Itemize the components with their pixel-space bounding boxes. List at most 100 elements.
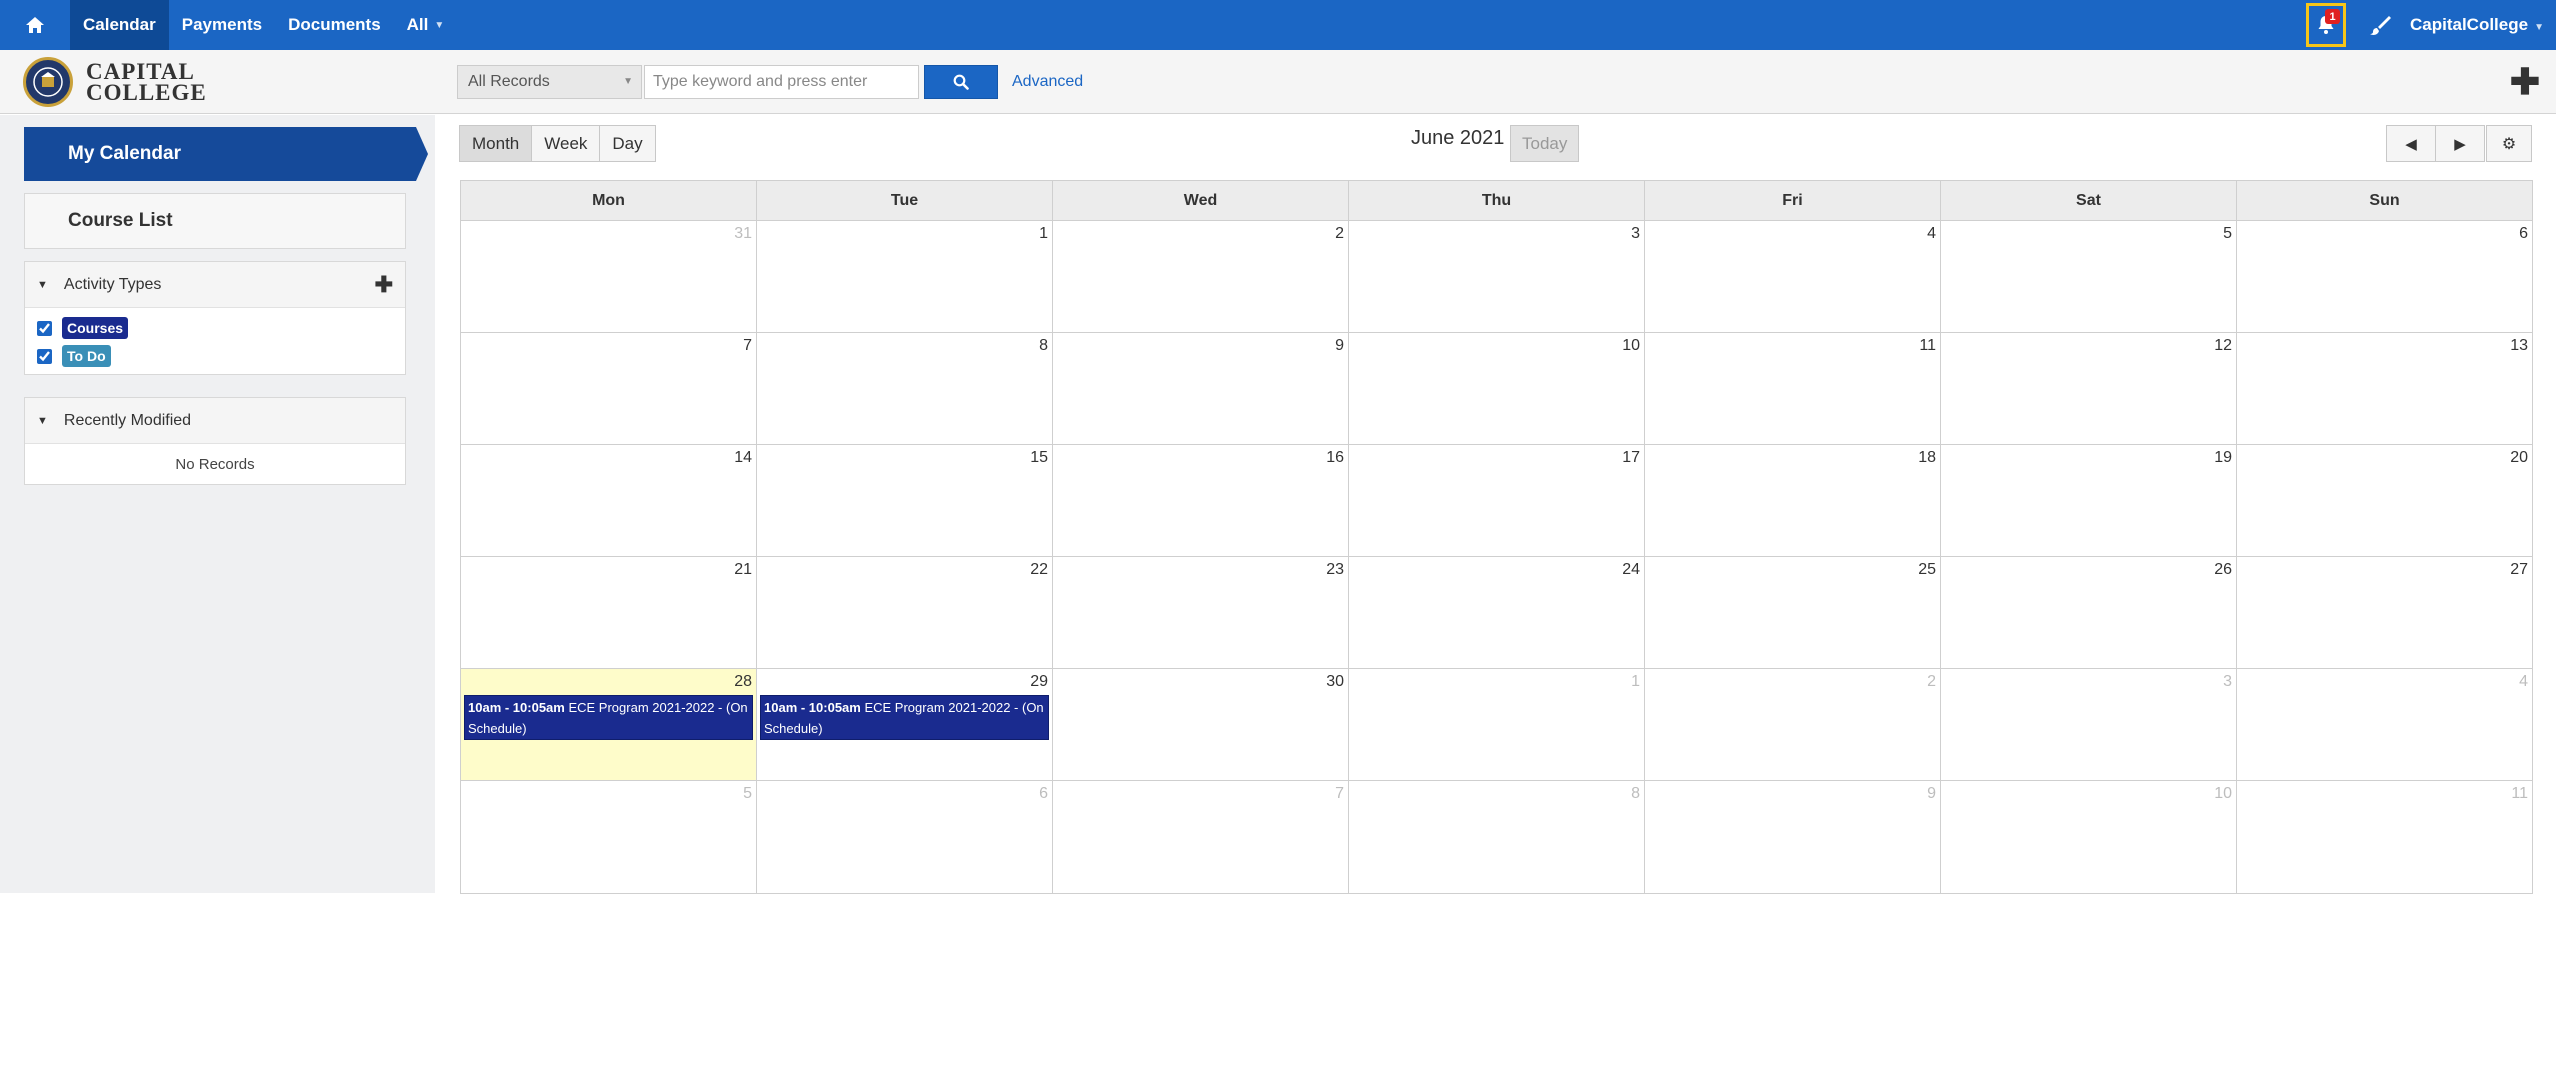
day-number[interactable]: 20: [2510, 449, 2528, 467]
day-number[interactable]: 5: [743, 785, 752, 803]
day-number[interactable]: 3: [2223, 673, 2232, 691]
day-number[interactable]: 9: [1335, 337, 1344, 355]
calendar-day-cell[interactable]: 7: [1052, 781, 1348, 893]
nav-calendar[interactable]: Calendar: [70, 0, 169, 50]
calendar-day-cell[interactable]: 9: [1644, 781, 1940, 893]
view-month-button[interactable]: Month: [459, 125, 533, 162]
day-number[interactable]: 11: [2511, 785, 2528, 803]
calendar-day-cell[interactable]: 11: [2236, 781, 2532, 893]
day-number[interactable]: 23: [1326, 561, 1344, 579]
add-new-button[interactable]: ✚: [2510, 63, 2540, 100]
theme-brush-button[interactable]: [2360, 0, 2400, 50]
calendar-day-cell[interactable]: 31: [461, 221, 756, 332]
prev-month-button[interactable]: ◀: [2386, 125, 2436, 162]
calendar-day-cell[interactable]: 10: [1348, 333, 1644, 444]
calendar-day-cell[interactable]: 5: [1940, 221, 2236, 332]
day-number[interactable]: 6: [1039, 785, 1048, 803]
day-number[interactable]: 6: [2519, 225, 2528, 243]
home-button[interactable]: [0, 0, 70, 50]
calendar-day-cell[interactable]: 25: [1644, 557, 1940, 668]
nav-documents[interactable]: Documents: [275, 0, 394, 50]
advanced-search-link[interactable]: Advanced: [1012, 73, 1083, 91]
calendar-day-cell[interactable]: 6: [756, 781, 1052, 893]
calendar-day-cell[interactable]: 4: [1644, 221, 1940, 332]
courses-checkbox[interactable]: [37, 320, 52, 336]
day-number[interactable]: 10: [1622, 337, 1640, 355]
collapse-triangle-icon[interactable]: ▼: [37, 279, 48, 291]
day-number[interactable]: 14: [734, 449, 752, 467]
day-number[interactable]: 8: [1631, 785, 1640, 803]
calendar-day-cell[interactable]: 12: [1940, 333, 2236, 444]
calendar-day-cell[interactable]: 15: [756, 445, 1052, 556]
view-week-button[interactable]: Week: [531, 125, 601, 162]
search-input[interactable]: [644, 64, 919, 99]
calendar-day-cell[interactable]: 4: [2236, 669, 2532, 780]
day-number[interactable]: 27: [2510, 561, 2528, 579]
day-number[interactable]: 30: [1326, 673, 1344, 691]
calendar-day-cell[interactable]: 5: [461, 781, 756, 893]
nav-payments[interactable]: Payments: [169, 0, 275, 50]
view-day-button[interactable]: Day: [599, 125, 656, 162]
day-number[interactable]: 2: [1927, 673, 1936, 691]
calendar-day-cell[interactable]: 30: [1052, 669, 1348, 780]
day-number[interactable]: 5: [2223, 225, 2232, 243]
day-number[interactable]: 22: [1030, 561, 1048, 579]
calendar-day-cell[interactable]: 3: [1940, 669, 2236, 780]
calendar-day-cell[interactable]: 2: [1644, 669, 1940, 780]
college-logo[interactable]: CAPITAL COLLEGE: [23, 56, 433, 107]
day-number[interactable]: 4: [1927, 225, 1936, 243]
calendar-day-cell[interactable]: 14: [461, 445, 756, 556]
calendar-day-cell[interactable]: 2: [1052, 221, 1348, 332]
sidebar-item-course-list[interactable]: Course List: [24, 193, 406, 249]
calendar-day-cell[interactable]: 1: [1348, 669, 1644, 780]
day-number[interactable]: 9: [1927, 785, 1936, 803]
day-number[interactable]: 2: [1335, 225, 1344, 243]
next-month-button[interactable]: ▶: [2435, 125, 2485, 162]
collapse-triangle-icon[interactable]: ▼: [37, 415, 48, 427]
day-number[interactable]: 31: [734, 225, 752, 243]
calendar-day-cell[interactable]: 24: [1348, 557, 1644, 668]
day-number[interactable]: 15: [1030, 449, 1048, 467]
day-number[interactable]: 13: [2510, 337, 2528, 355]
calendar-day-cell[interactable]: 1: [756, 221, 1052, 332]
day-number[interactable]: 7: [1335, 785, 1344, 803]
day-number[interactable]: 16: [1326, 449, 1344, 467]
calendar-event[interactable]: 10am - 10:05am ECE Program 2021-2022 - (…: [464, 695, 753, 740]
day-number[interactable]: 17: [1622, 449, 1640, 467]
calendar-event[interactable]: 10am - 10:05am ECE Program 2021-2022 - (…: [760, 695, 1049, 740]
day-number[interactable]: 11: [1919, 337, 1936, 355]
calendar-day-cell[interactable]: 9: [1052, 333, 1348, 444]
day-number[interactable]: 1: [1631, 673, 1640, 691]
sidebar-item-my-calendar[interactable]: My Calendar: [24, 127, 428, 181]
calendar-day-cell[interactable]: 13: [2236, 333, 2532, 444]
calendar-day-cell[interactable]: 7: [461, 333, 756, 444]
calendar-day-cell[interactable]: 16: [1052, 445, 1348, 556]
day-number[interactable]: 4: [2519, 673, 2528, 691]
day-number[interactable]: 8: [1039, 337, 1048, 355]
search-scope-select[interactable]: All Records ▼: [457, 64, 642, 99]
day-number[interactable]: 10: [2214, 785, 2232, 803]
day-number[interactable]: 25: [1918, 561, 1936, 579]
day-number[interactable]: 28: [734, 673, 752, 691]
calendar-day-cell[interactable]: 19: [1940, 445, 2236, 556]
calendar-day-cell[interactable]: 22: [756, 557, 1052, 668]
nav-all-dropdown[interactable]: All ▼: [394, 0, 458, 50]
calendar-day-cell[interactable]: 8: [1348, 781, 1644, 893]
notifications-button[interactable]: 1: [2306, 3, 2346, 47]
day-number[interactable]: 1: [1039, 225, 1048, 243]
calendar-day-cell[interactable]: 3: [1348, 221, 1644, 332]
user-menu[interactable]: CapitalCollege ▼: [2410, 15, 2556, 35]
add-activity-type-button[interactable]: ✚: [375, 272, 393, 298]
calendar-day-cell[interactable]: 17: [1348, 445, 1644, 556]
day-number[interactable]: 7: [743, 337, 752, 355]
calendar-day-cell[interactable]: 26: [1940, 557, 2236, 668]
day-number[interactable]: 29: [1030, 673, 1048, 691]
calendar-day-cell[interactable]: 29 10am - 10:05am ECE Program 2021-2022 -…: [756, 669, 1052, 780]
calendar-day-cell[interactable]: 27: [2236, 557, 2532, 668]
calendar-day-cell[interactable]: 18: [1644, 445, 1940, 556]
day-number[interactable]: 19: [2214, 449, 2232, 467]
calendar-day-cell[interactable]: 28 10am - 10:05am ECE Program 2021-2022 -…: [461, 669, 756, 780]
today-button[interactable]: Today: [1510, 125, 1580, 162]
calendar-day-cell[interactable]: 10: [1940, 781, 2236, 893]
calendar-day-cell[interactable]: 23: [1052, 557, 1348, 668]
